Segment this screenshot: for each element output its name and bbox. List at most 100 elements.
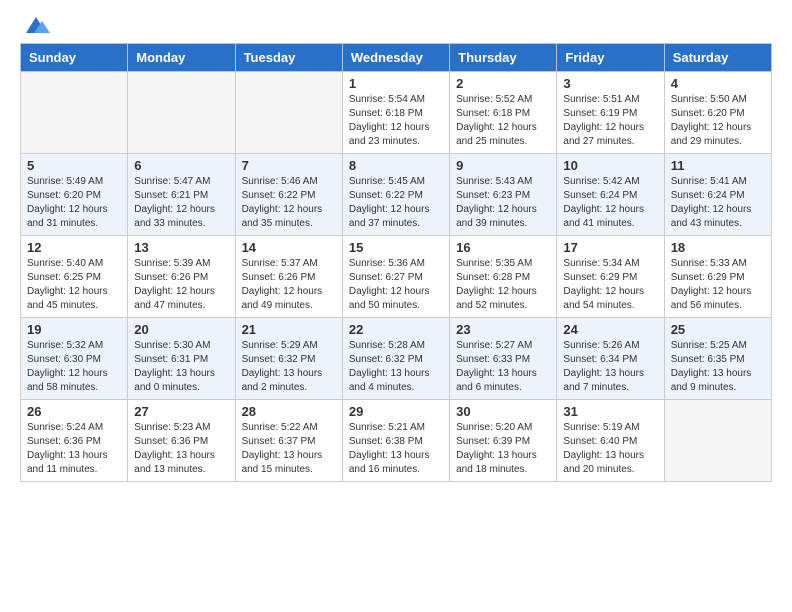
day-number: 8 [349,158,443,173]
calendar-cell: 8 Sunrise: 5:45 AM Sunset: 6:22 PM Daylig… [342,154,449,236]
day-number: 15 [349,240,443,255]
calendar-table: SundayMondayTuesdayWednesdayThursdayFrid… [20,43,772,482]
day-number: 27 [134,404,228,419]
day-info: Sunrise: 5:29 AM Sunset: 6:32 PM Dayligh… [242,339,336,395]
day-info: Sunrise: 5:20 AM Sunset: 6:39 PM Dayligh… [456,421,550,477]
day-number: 16 [456,240,550,255]
day-number: 23 [456,322,550,337]
day-info: Sunrise: 5:51 AM Sunset: 6:19 PM Dayligh… [563,93,657,149]
calendar-cell [235,72,342,154]
day-info: Sunrise: 5:43 AM Sunset: 6:23 PM Dayligh… [456,175,550,231]
calendar-cell [21,72,128,154]
calendar-week-row: 5Sunrise: 5:49 AM Sunset: 6:20 PM Daylig… [21,154,772,236]
calendar-cell: 7 Sunrise: 5:46 AM Sunset: 6:22 PM Daylig… [235,154,342,236]
calendar-cell: 13 Sunrise: 5:39 AM Sunset: 6:26 PM Dayli… [128,236,235,318]
calendar-cell: 19 Sunrise: 5:32 AM Sunset: 6:30 PM Dayli… [21,318,128,400]
day-number: 31 [563,404,657,419]
day-info: Sunrise: 5:34 AM Sunset: 6:29 PM Dayligh… [563,257,657,313]
day-number: 12 [27,240,121,255]
calendar-cell: 31Sunrise: 5:19 AM Sunset: 6:40 PM Dayli… [557,400,664,482]
day-number: 10 [563,158,657,173]
page-header [20,15,772,35]
calendar-cell: 10 Sunrise: 5:42 AM Sunset: 6:24 PM Dayli… [557,154,664,236]
day-number: 14 [242,240,336,255]
logo-text [20,15,50,35]
logo-icon [22,15,50,35]
day-info: Sunrise: 5:28 AM Sunset: 6:32 PM Dayligh… [349,339,443,395]
calendar-cell: 1 Sunrise: 5:54 AM Sunset: 6:18 PM Daylig… [342,72,449,154]
calendar-cell: 22 Sunrise: 5:28 AM Sunset: 6:32 PM Dayli… [342,318,449,400]
day-number: 26 [27,404,121,419]
day-info: Sunrise: 5:23 AM Sunset: 6:36 PM Dayligh… [134,421,228,477]
day-info: Sunrise: 5:46 AM Sunset: 6:22 PM Dayligh… [242,175,336,231]
logo [20,15,50,35]
weekday-header: Monday [128,44,235,72]
day-info: Sunrise: 5:21 AM Sunset: 6:38 PM Dayligh… [349,421,443,477]
day-info: Sunrise: 5:27 AM Sunset: 6:33 PM Dayligh… [456,339,550,395]
weekday-header: Friday [557,44,664,72]
day-number: 20 [134,322,228,337]
day-number: 28 [242,404,336,419]
calendar-cell: 4 Sunrise: 5:50 AM Sunset: 6:20 PM Daylig… [664,72,771,154]
day-number: 19 [27,322,121,337]
day-number: 5 [27,158,121,173]
weekday-header: Sunday [21,44,128,72]
calendar-cell [128,72,235,154]
calendar-cell: 15 Sunrise: 5:36 AM Sunset: 6:27 PM Dayli… [342,236,449,318]
day-info: Sunrise: 5:26 AM Sunset: 6:34 PM Dayligh… [563,339,657,395]
calendar-cell: 20Sunrise: 5:30 AM Sunset: 6:31 PM Dayli… [128,318,235,400]
calendar-cell: 27 Sunrise: 5:23 AM Sunset: 6:36 PM Dayli… [128,400,235,482]
calendar-cell: 18 Sunrise: 5:33 AM Sunset: 6:29 PM Dayli… [664,236,771,318]
day-info: Sunrise: 5:25 AM Sunset: 6:35 PM Dayligh… [671,339,765,395]
calendar-cell: 3 Sunrise: 5:51 AM Sunset: 6:19 PM Daylig… [557,72,664,154]
day-number: 1 [349,76,443,91]
day-number: 4 [671,76,765,91]
page-container: SundayMondayTuesdayWednesdayThursdayFrid… [0,0,792,497]
day-info: Sunrise: 5:32 AM Sunset: 6:30 PM Dayligh… [27,339,121,395]
calendar-cell: 9 Sunrise: 5:43 AM Sunset: 6:23 PM Daylig… [450,154,557,236]
day-number: 29 [349,404,443,419]
day-info: Sunrise: 5:41 AM Sunset: 6:24 PM Dayligh… [671,175,765,231]
day-number: 18 [671,240,765,255]
day-number: 7 [242,158,336,173]
day-info: Sunrise: 5:47 AM Sunset: 6:21 PM Dayligh… [134,175,228,231]
day-info: Sunrise: 5:39 AM Sunset: 6:26 PM Dayligh… [134,257,228,313]
calendar-cell: 16 Sunrise: 5:35 AM Sunset: 6:28 PM Dayli… [450,236,557,318]
calendar-week-row: 26Sunrise: 5:24 AM Sunset: 6:36 PM Dayli… [21,400,772,482]
calendar-cell: 6Sunrise: 5:47 AM Sunset: 6:21 PM Daylig… [128,154,235,236]
calendar-cell: 11Sunrise: 5:41 AM Sunset: 6:24 PM Dayli… [664,154,771,236]
calendar-cell: 30Sunrise: 5:20 AM Sunset: 6:39 PM Dayli… [450,400,557,482]
calendar-cell: 5Sunrise: 5:49 AM Sunset: 6:20 PM Daylig… [21,154,128,236]
calendar-cell: 14 Sunrise: 5:37 AM Sunset: 6:26 PM Dayli… [235,236,342,318]
day-info: Sunrise: 5:33 AM Sunset: 6:29 PM Dayligh… [671,257,765,313]
day-info: Sunrise: 5:50 AM Sunset: 6:20 PM Dayligh… [671,93,765,149]
day-info: Sunrise: 5:45 AM Sunset: 6:22 PM Dayligh… [349,175,443,231]
day-info: Sunrise: 5:52 AM Sunset: 6:18 PM Dayligh… [456,93,550,149]
day-number: 22 [349,322,443,337]
calendar-cell: 12 Sunrise: 5:40 AM Sunset: 6:25 PM Dayli… [21,236,128,318]
day-info: Sunrise: 5:42 AM Sunset: 6:24 PM Dayligh… [563,175,657,231]
day-number: 2 [456,76,550,91]
calendar-cell: 25 Sunrise: 5:25 AM Sunset: 6:35 PM Dayli… [664,318,771,400]
day-info: Sunrise: 5:37 AM Sunset: 6:26 PM Dayligh… [242,257,336,313]
calendar-header-row: SundayMondayTuesdayWednesdayThursdayFrid… [21,44,772,72]
calendar-cell: 26Sunrise: 5:24 AM Sunset: 6:36 PM Dayli… [21,400,128,482]
day-number: 13 [134,240,228,255]
day-number: 9 [456,158,550,173]
calendar-week-row: 12 Sunrise: 5:40 AM Sunset: 6:25 PM Dayli… [21,236,772,318]
day-number: 3 [563,76,657,91]
calendar-cell: 24 Sunrise: 5:26 AM Sunset: 6:34 PM Dayli… [557,318,664,400]
day-info: Sunrise: 5:40 AM Sunset: 6:25 PM Dayligh… [27,257,121,313]
calendar-cell [664,400,771,482]
day-number: 25 [671,322,765,337]
calendar-cell: 17 Sunrise: 5:34 AM Sunset: 6:29 PM Dayli… [557,236,664,318]
day-number: 24 [563,322,657,337]
day-info: Sunrise: 5:54 AM Sunset: 6:18 PM Dayligh… [349,93,443,149]
calendar-cell: 29 Sunrise: 5:21 AM Sunset: 6:38 PM Dayli… [342,400,449,482]
calendar-week-row: 1 Sunrise: 5:54 AM Sunset: 6:18 PM Daylig… [21,72,772,154]
day-info: Sunrise: 5:22 AM Sunset: 6:37 PM Dayligh… [242,421,336,477]
day-info: Sunrise: 5:36 AM Sunset: 6:27 PM Dayligh… [349,257,443,313]
day-number: 17 [563,240,657,255]
day-info: Sunrise: 5:35 AM Sunset: 6:28 PM Dayligh… [456,257,550,313]
weekday-header: Tuesday [235,44,342,72]
